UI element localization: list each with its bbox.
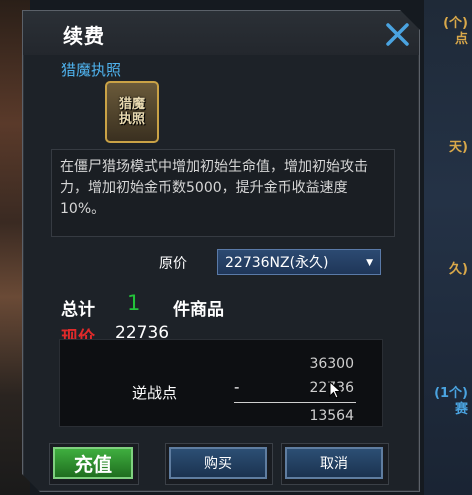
item-icon-text: 执照: [118, 112, 145, 127]
background-tag: 点: [454, 32, 468, 47]
total-count: 1: [127, 291, 141, 315]
price-option-select[interactable]: 22736NZ(永久) ▼: [217, 249, 381, 275]
renew-dialog: 续费 猎魔执照 猎魔 执照 在僵尸猎场模式中增加初始生命值，增加初始攻击力，增加…: [22, 10, 420, 492]
dialog-titlebar: 续费: [23, 11, 419, 55]
triangle-down-icon: ▼: [366, 258, 373, 268]
buy-button[interactable]: 购买: [169, 447, 267, 479]
background-tag: 赛: [454, 402, 468, 417]
background-right: (个) 点 天) 久) (1个) 赛: [424, 0, 472, 495]
background-tag: 久): [449, 262, 468, 277]
total-label: 总计: [61, 300, 95, 320]
close-icon[interactable]: [383, 19, 413, 49]
license-item-icon: 猎魔 执照: [105, 81, 159, 143]
recharge-button[interactable]: 充值: [53, 447, 133, 479]
description-box: 在僵尸猎场模式中增加初始生命值，增加初始攻击力，增加初始金币数5000，提升金币…: [51, 149, 395, 237]
points-balance: 36300: [309, 356, 354, 372]
item-name: 猎魔执照: [61, 61, 122, 79]
points-remaining: 13564: [309, 408, 354, 424]
mouse-cursor-icon: [329, 381, 343, 399]
price-option-value: 22736NZ(永久): [225, 255, 329, 271]
original-price-label: 原价: [159, 256, 187, 272]
background-tag: 天): [449, 140, 468, 155]
item-description: 在僵尸猎场模式中增加初始生命值，增加初始攻击力，增加初始金币数5000，提升金币…: [60, 159, 368, 217]
dialog-title: 续费: [63, 24, 105, 48]
minus-sign: -: [234, 378, 240, 396]
total-suffix: 件商品: [173, 300, 224, 320]
points-label: 逆战点: [132, 384, 178, 402]
cancel-button[interactable]: 取消: [285, 447, 383, 479]
item-icon-text: 猎魔: [118, 97, 145, 112]
subtraction-line: [234, 402, 356, 403]
